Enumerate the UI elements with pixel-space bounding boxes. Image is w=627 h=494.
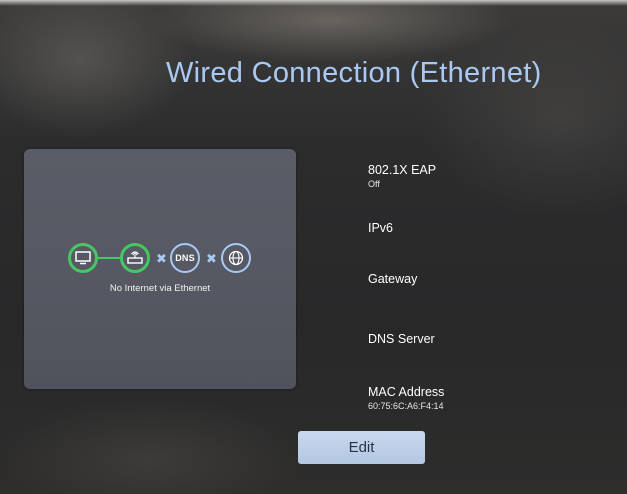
disconnected-x-icon: ✖ (206, 251, 217, 266)
router-node (120, 243, 150, 273)
setting-value: 60:75:6C:A6:F4:14 (368, 401, 444, 411)
setting-label: DNS Server (368, 332, 435, 346)
page-title: Wired Connection (Ethernet) (166, 57, 542, 89)
setting-label: Gateway (368, 272, 418, 286)
tv-screen: Wired Connection (Ethernet) ✖ DNS ✖ No I… (0, 0, 627, 494)
edit-button[interactable]: Edit (298, 431, 425, 464)
dns-icon: DNS (175, 253, 195, 263)
network-status-panel: ✖ DNS ✖ No Internet via Ethernet (24, 149, 296, 389)
tv-node (68, 243, 98, 273)
setting-dns-server[interactable]: DNS Server (368, 332, 435, 346)
connection-status: No Internet via Ethernet (109, 283, 211, 294)
tv-icon (75, 251, 91, 265)
setting-label: IPv6 (368, 221, 394, 235)
dns-node: DNS (170, 243, 200, 273)
setting-label: MAC Address (368, 385, 445, 399)
setting-value: Off (368, 179, 380, 189)
setting-802-1x-eap[interactable]: 802.1X EAP Off (368, 163, 436, 189)
globe-icon (228, 250, 244, 266)
disconnected-x-icon: ✖ (156, 251, 167, 266)
setting-label: 802.1X EAP (368, 163, 437, 177)
router-icon (127, 251, 143, 264)
tv-router-link (98, 257, 120, 259)
tv-bezel (0, 0, 627, 6)
setting-gateway[interactable]: Gateway (368, 272, 417, 286)
internet-node (221, 243, 251, 273)
setting-ipv6[interactable]: IPv6 (368, 221, 393, 235)
setting-mac-address: MAC Address 60:75:6C:A6:F4:14 (368, 385, 444, 411)
